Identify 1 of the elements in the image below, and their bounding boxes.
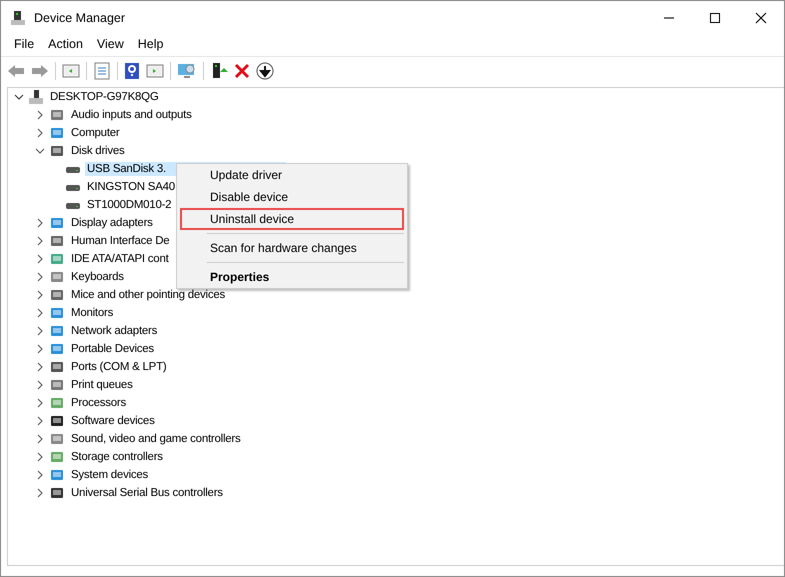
window-title: Device Manager [34, 11, 126, 25]
